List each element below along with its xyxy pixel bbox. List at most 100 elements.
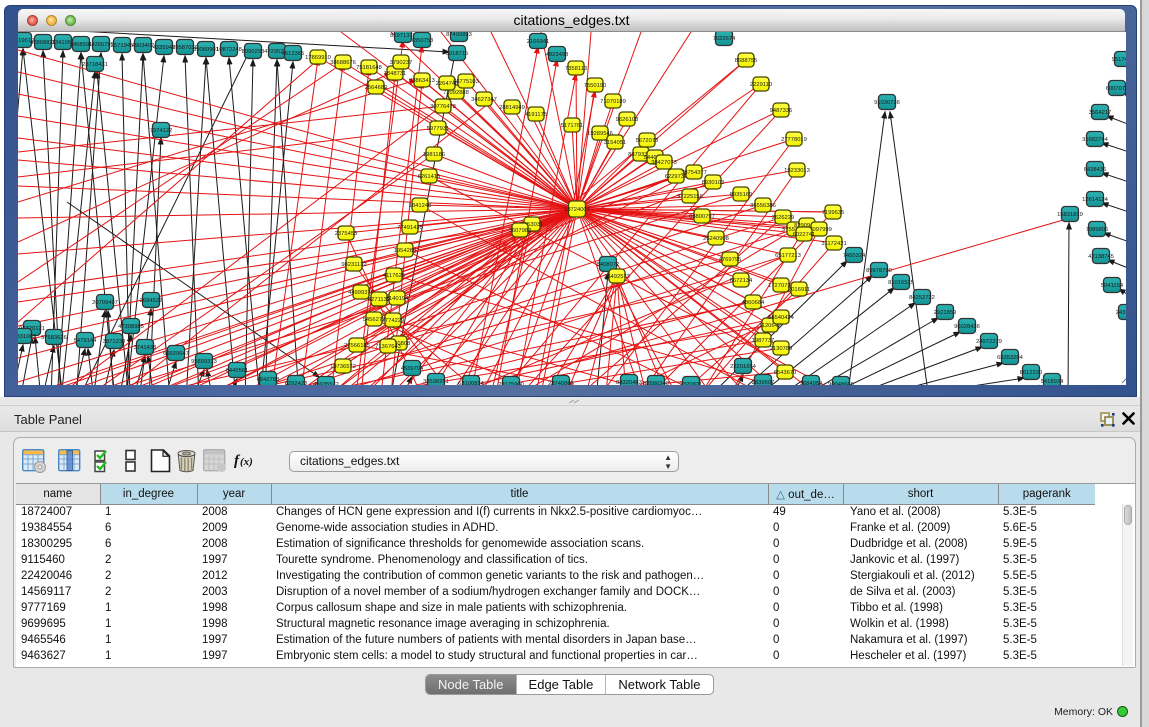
svg-text:5171761: 5171761 [561, 123, 584, 129]
svg-text:28740864: 28740864 [548, 381, 575, 385]
svg-text:3564217: 3564217 [1089, 110, 1112, 116]
svg-text:3154051: 3154051 [604, 140, 627, 146]
svg-text:26240908: 26240908 [703, 236, 729, 242]
svg-text:8930103: 8930103 [702, 180, 725, 186]
svg-text:34627347: 34627347 [471, 97, 497, 103]
svg-text:2437026: 2437026 [1116, 310, 1126, 316]
svg-text:19233013: 19233013 [784, 168, 810, 174]
svg-text:7022674: 7022674 [713, 36, 736, 42]
svg-text:8090293: 8090293 [242, 49, 265, 55]
svg-text:2564689: 2564689 [365, 85, 388, 91]
svg-text:72092888: 72092888 [443, 90, 469, 96]
svg-text:15831819: 15831819 [1057, 212, 1083, 218]
svg-text:1981186: 1981186 [423, 152, 445, 158]
svg-text:83863413: 83863413 [409, 78, 435, 84]
svg-text:71367643: 71367643 [375, 344, 401, 350]
svg-text:1987737: 1987737 [752, 338, 775, 344]
svg-text:2921859: 2921859 [934, 310, 957, 316]
svg-text:38754377: 38754377 [681, 170, 707, 176]
svg-text:20709497: 20709497 [92, 300, 118, 306]
svg-text:6007072: 6007072 [1106, 86, 1126, 92]
svg-text:88320463: 88320463 [616, 380, 642, 385]
svg-text:3741438: 3741438 [134, 345, 157, 351]
svg-text:75181648: 75181648 [356, 65, 382, 71]
svg-text:4903402: 4903402 [132, 43, 155, 49]
svg-text:4842788: 4842788 [257, 377, 280, 383]
svg-text:60929647: 60929647 [163, 351, 189, 357]
svg-text:97225156: 97225156 [677, 194, 703, 200]
svg-text:6672134: 6672134 [730, 278, 753, 284]
svg-text:58586340: 58586340 [643, 381, 669, 385]
svg-text:27566185: 27566185 [344, 343, 370, 349]
svg-text:91030736: 91030736 [874, 100, 900, 106]
svg-text:10872248: 10872248 [216, 47, 242, 53]
svg-text:8688755: 8688755 [735, 58, 758, 64]
svg-text:22201654: 22201654 [730, 364, 757, 370]
svg-text:24972279: 24972279 [976, 339, 1002, 345]
svg-text:2626229: 2626229 [772, 215, 795, 221]
svg-text:29175900: 29175900 [498, 382, 524, 385]
svg-text:31682744: 31682744 [1082, 137, 1109, 143]
svg-text:4860684: 4860684 [742, 300, 765, 306]
svg-text:90048665: 90048665 [828, 382, 854, 385]
svg-text:45935572: 45935572 [313, 382, 339, 385]
svg-text:9487336: 9487336 [770, 108, 793, 114]
svg-text:7550190: 7550190 [584, 83, 607, 89]
svg-text:35556386: 35556386 [750, 203, 776, 209]
svg-text:89978790: 89978790 [866, 268, 892, 274]
svg-text:66775103: 66775103 [453, 79, 479, 85]
svg-text:5408072: 5408072 [597, 262, 620, 268]
svg-text:2229110: 2229110 [750, 82, 772, 88]
svg-text:1954280: 1954280 [394, 248, 417, 254]
svg-text:65177213: 65177213 [775, 253, 801, 259]
svg-text:7350753: 7350753 [411, 38, 434, 44]
svg-text:63100814: 63100814 [458, 381, 485, 385]
svg-text:9517485: 9517485 [1112, 57, 1126, 63]
svg-text:2166941: 2166941 [527, 39, 550, 45]
svg-text:2694522: 2694522 [140, 298, 163, 304]
svg-text:77491435: 77491435 [397, 225, 423, 231]
svg-text:71070189: 71070189 [600, 99, 626, 105]
svg-text:7455324: 7455324 [843, 253, 866, 259]
svg-text:38688676: 38688676 [330, 60, 356, 66]
svg-text:4612365: 4612365 [282, 51, 305, 57]
svg-text:31172421: 31172421 [821, 241, 846, 247]
svg-text:6022741: 6022741 [793, 232, 816, 238]
svg-text:(x): (x) [240, 456, 253, 468]
svg-text:7199635: 7199635 [822, 210, 845, 216]
svg-text:38427073: 38427073 [651, 160, 677, 166]
svg-text:3320821: 3320821 [680, 382, 703, 385]
svg-text:3684052: 3684052 [800, 381, 823, 385]
svg-text:12614124: 12614124 [1082, 197, 1109, 203]
svg-text:47308985: 47308985 [118, 324, 144, 330]
svg-text:44999379: 44999379 [348, 290, 374, 296]
svg-text:2375453: 2375453 [335, 231, 358, 237]
svg-text:84252722: 84252722 [909, 295, 935, 301]
svg-text:4539704: 4539704 [401, 366, 424, 372]
svg-text:5918715: 5918715 [446, 51, 469, 57]
svg-text:9626108: 9626108 [616, 117, 639, 123]
svg-text:3871230: 3871230 [103, 339, 126, 345]
svg-text:3607983: 3607983 [509, 228, 532, 234]
svg-text:81016525: 81016525 [888, 280, 914, 286]
svg-text:42138745: 42138745 [1088, 254, 1114, 260]
svg-text:23718431: 23718431 [82, 62, 108, 68]
svg-text:6440561: 6440561 [226, 368, 249, 374]
svg-text:96028436: 96028436 [954, 324, 980, 330]
svg-text:8612220: 8612220 [1020, 370, 1043, 376]
svg-text:2571945: 2571945 [111, 43, 134, 49]
svg-text:5418934: 5418934 [1041, 379, 1064, 385]
svg-text:25492573: 25492573 [604, 274, 630, 280]
svg-text:68353204: 68353204 [997, 355, 1024, 361]
svg-text:27778019: 27778019 [781, 137, 807, 143]
svg-text:4769795: 4769795 [719, 257, 742, 263]
svg-text:31831063: 31831063 [18, 334, 36, 340]
svg-text:89089901: 89089901 [193, 47, 219, 53]
svg-text:95899313: 95899313 [191, 359, 217, 365]
svg-text:55540424: 55540424 [768, 315, 795, 321]
svg-text:6261415: 6261415 [418, 174, 441, 180]
svg-text:7374122: 7374122 [150, 128, 173, 134]
svg-text:57683626: 57683626 [41, 335, 67, 341]
svg-text:5479144: 5479144 [74, 338, 97, 344]
svg-text:2839607: 2839607 [752, 380, 775, 385]
